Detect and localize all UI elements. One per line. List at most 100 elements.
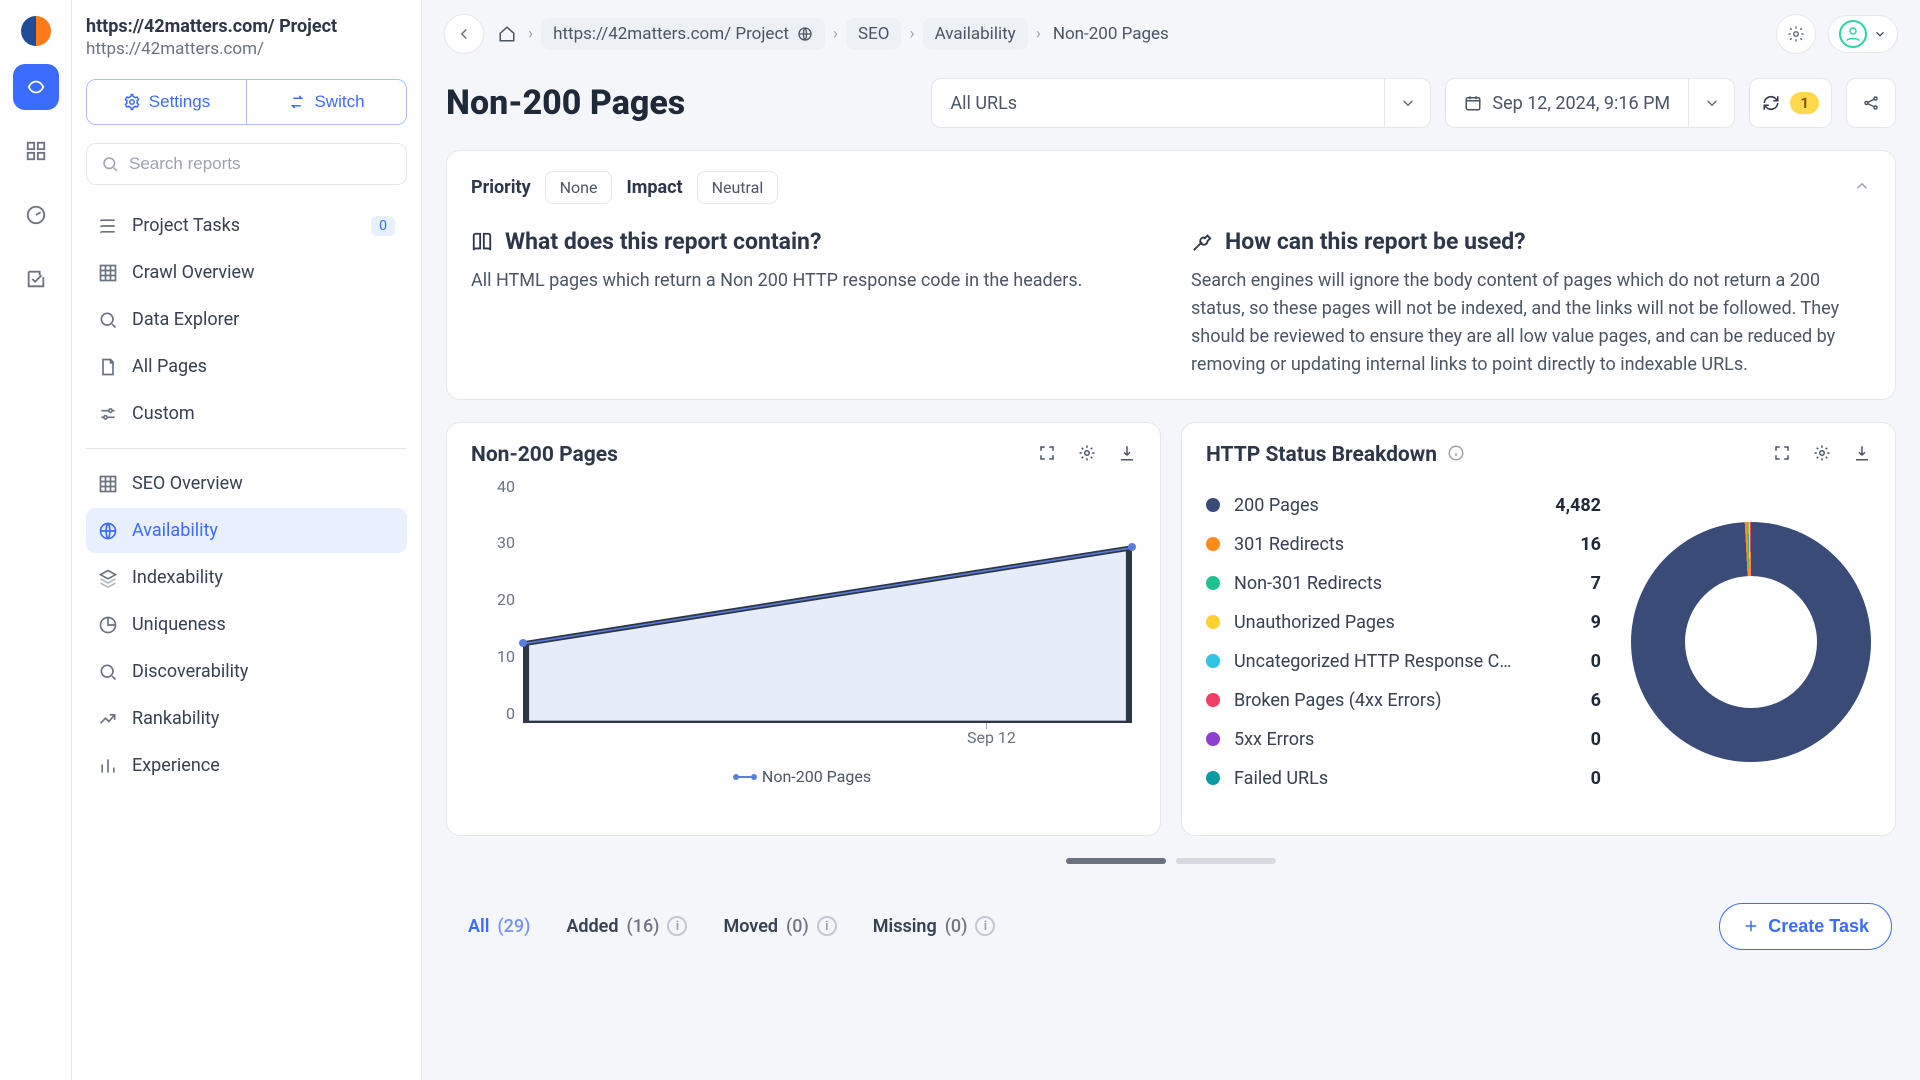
sidebar-actions: Settings Switch xyxy=(86,79,407,125)
info-icon[interactable] xyxy=(1447,444,1465,466)
tab-all[interactable]: All (29) xyxy=(450,906,548,947)
sidebar-header: https://42matters.com/ Project https://4… xyxy=(86,16,407,59)
breakdown-row[interactable]: Uncategorized HTTP Response C…0 xyxy=(1206,651,1601,672)
refresh-button[interactable]: 1 xyxy=(1749,78,1832,128)
pager-dot[interactable] xyxy=(1066,858,1166,864)
back-button[interactable] xyxy=(444,14,484,54)
info-card: Priority None Impact Neutral What does t… xyxy=(446,150,1896,400)
download-icon xyxy=(1118,444,1136,462)
nav-indexability[interactable]: Indexability xyxy=(86,555,407,600)
info-col-how: How can this report be used? Search engi… xyxy=(1191,228,1871,379)
app-logo xyxy=(21,16,51,46)
settings-button[interactable]: Settings xyxy=(87,80,247,124)
chart-settings-button[interactable] xyxy=(1813,444,1831,466)
breakdown-row[interactable]: 301 Redirects16 xyxy=(1206,534,1601,555)
breakdown-row[interactable]: Unauthorized Pages9 xyxy=(1206,612,1601,633)
priority-label: Priority xyxy=(471,177,531,198)
switch-button[interactable]: Switch xyxy=(247,80,406,124)
home-icon xyxy=(498,25,516,43)
y-axis: 40 30 20 10 0 xyxy=(479,477,515,723)
grid-icon xyxy=(98,263,118,283)
search-icon xyxy=(101,155,119,173)
swatch-icon xyxy=(1206,693,1220,707)
download-icon xyxy=(1853,444,1871,462)
breakdown-value: 0 xyxy=(1591,768,1601,789)
chevron-up-icon xyxy=(1853,177,1871,195)
nav-experience[interactable]: Experience xyxy=(86,743,407,788)
url-filter-select[interactable]: All URLs xyxy=(931,78,1431,128)
breakdown-name: Broken Pages (4xx Errors) xyxy=(1234,690,1579,711)
expand-button[interactable] xyxy=(1038,444,1056,466)
rail-grid-icon[interactable] xyxy=(13,128,59,174)
gear-icon xyxy=(123,93,141,111)
x-axis-label: Sep 12 xyxy=(967,728,1016,747)
top-settings-button[interactable] xyxy=(1776,14,1816,54)
nav-rankability[interactable]: Rankability xyxy=(86,696,407,741)
date-filter-select[interactable]: Sep 12, 2024, 9:16 PM xyxy=(1445,78,1735,128)
info-icon: i xyxy=(975,916,995,936)
nav-data-explorer[interactable]: Data Explorer xyxy=(86,297,407,342)
nav-seo-overview[interactable]: SEO Overview xyxy=(86,461,407,506)
search-input[interactable] xyxy=(129,154,392,174)
crumb-seo[interactable]: SEO xyxy=(846,18,901,50)
search-icon xyxy=(98,662,118,682)
breakdown-value: 4,482 xyxy=(1555,495,1601,516)
bars-icon xyxy=(98,756,118,776)
nav-uniqueness[interactable]: Uniqueness xyxy=(86,602,407,647)
nav-availability[interactable]: Availability xyxy=(86,508,407,553)
breakdown-row[interactable]: Broken Pages (4xx Errors)6 xyxy=(1206,690,1601,711)
icon-rail xyxy=(0,0,72,1080)
share-button[interactable] xyxy=(1846,78,1896,128)
breakdown-list: 200 Pages4,482 301 Redirects16 Non-301 Red… xyxy=(1206,495,1601,789)
breakdown-name: 5xx Errors xyxy=(1234,729,1579,750)
download-button[interactable] xyxy=(1118,444,1136,466)
nav-crawl-overview[interactable]: Crawl Overview xyxy=(86,250,407,295)
breakdown-row[interactable]: 5xx Errors 0 xyxy=(1206,729,1601,750)
swatch-icon xyxy=(1206,498,1220,512)
rail-gauge-icon[interactable] xyxy=(13,192,59,238)
switch-icon xyxy=(288,93,306,111)
nav-all-pages[interactable]: All Pages xyxy=(86,344,407,389)
topbar: › https://42matters.com/ Project › SEO ›… xyxy=(422,0,1920,68)
user-menu[interactable] xyxy=(1828,15,1898,53)
impact-value: Neutral xyxy=(697,171,779,204)
chart-settings-button[interactable] xyxy=(1078,444,1096,466)
breakdown-row[interactable]: Failed URLs 0 xyxy=(1206,768,1601,789)
chart-non200: Non-200 Pages 40 30 20 xyxy=(446,422,1161,836)
expand-button[interactable] xyxy=(1773,444,1791,466)
rail-primary-icon[interactable] xyxy=(13,64,59,110)
breakdown-row[interactable]: Non-301 Redirects7 xyxy=(1206,573,1601,594)
crumb-home[interactable] xyxy=(494,19,520,49)
tab-moved[interactable]: Moved (0) i xyxy=(705,906,854,947)
nav-discoverability[interactable]: Discoverability xyxy=(86,649,407,694)
crumb-project[interactable]: https://42matters.com/ Project xyxy=(541,18,825,50)
pager-dot[interactable] xyxy=(1176,858,1276,864)
nav-custom[interactable]: Custom xyxy=(86,391,407,436)
book-icon xyxy=(471,231,493,253)
breakdown-name: Unauthorized Pages xyxy=(1234,612,1579,633)
collapse-button[interactable] xyxy=(1853,177,1871,199)
chart-pager[interactable] xyxy=(446,858,1896,864)
create-task-button[interactable]: Create Task xyxy=(1719,903,1892,950)
breakdown-name: 301 Redirects xyxy=(1234,534,1568,555)
nav-divider xyxy=(86,448,407,449)
chevron-left-icon xyxy=(455,25,473,43)
download-button[interactable] xyxy=(1853,444,1871,466)
tab-missing[interactable]: Missing (0) i xyxy=(855,906,1014,947)
project-subtitle: https://42matters.com/ xyxy=(86,39,407,59)
tasks-badge: 0 xyxy=(371,216,395,236)
tab-added[interactable]: Added (16) i xyxy=(548,906,705,947)
gear-icon xyxy=(1078,444,1096,462)
chevron-down-icon xyxy=(1384,79,1430,127)
page-icon xyxy=(98,357,118,377)
search-box[interactable] xyxy=(86,143,407,185)
crumb-availability[interactable]: Availability xyxy=(923,18,1028,50)
breakdown-row[interactable]: 200 Pages4,482 xyxy=(1206,495,1601,516)
breakdown-value: 0 xyxy=(1591,729,1601,750)
rail-check-icon[interactable] xyxy=(13,256,59,302)
chart-http-breakdown: HTTP Status Breakdown 200 Pages4,482301 … xyxy=(1181,422,1896,836)
nav-project-tasks[interactable]: Project Tasks0 xyxy=(86,203,407,248)
expand-icon xyxy=(1773,444,1791,462)
breakdown-name: Failed URLs xyxy=(1234,768,1579,789)
breakdown-name: Uncategorized HTTP Response C… xyxy=(1234,651,1579,672)
